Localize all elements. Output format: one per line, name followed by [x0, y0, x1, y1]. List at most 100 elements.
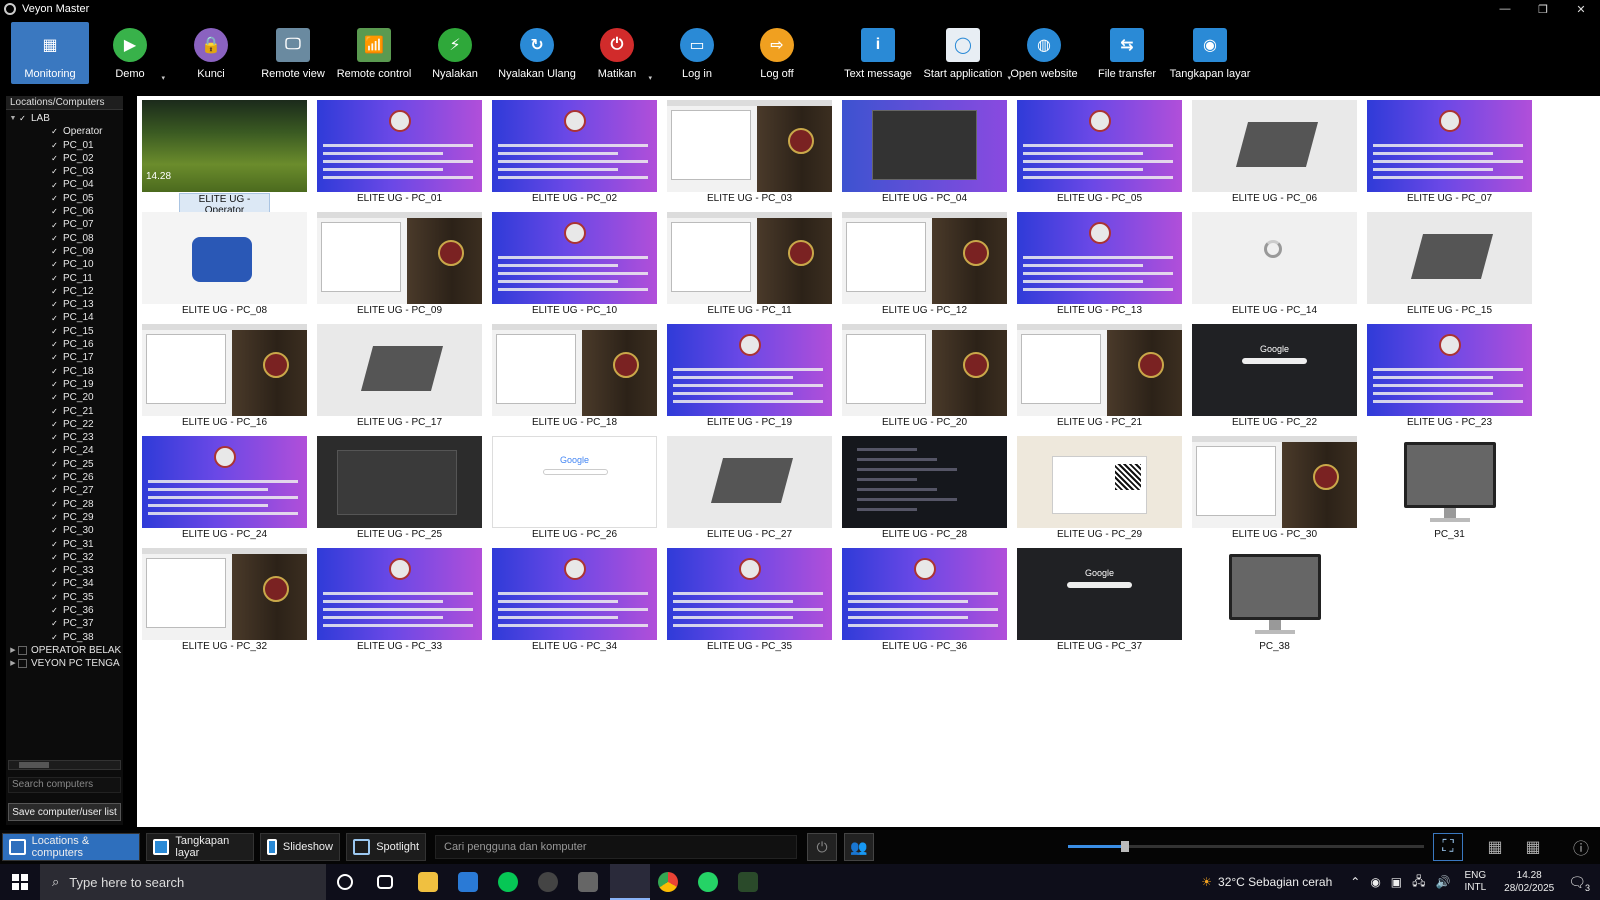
- tree-item-computer[interactable]: ✓ PC_03: [6, 165, 123, 178]
- tree-item-computer[interactable]: ✓ PC_26: [6, 471, 123, 484]
- computer-tile[interactable]: ELITE UG - PC_36: [842, 548, 1007, 658]
- custom-arrange-icon[interactable]: ▦: [1480, 833, 1510, 861]
- computer-tile[interactable]: ELITE UG - PC_06: [1192, 100, 1357, 210]
- tree-checkbox[interactable]: ✓: [50, 340, 59, 349]
- tree-item-computer[interactable]: ✓ PC_28: [6, 498, 123, 511]
- tree-checkbox[interactable]: ✓: [50, 287, 59, 296]
- minimize-button[interactable]: —: [1486, 0, 1524, 18]
- tree-checkbox[interactable]: ✓: [50, 260, 59, 269]
- computer-tile[interactable]: Google ELITE UG - PC_26: [492, 436, 657, 546]
- toolbar-kunci-button[interactable]: 🔒 Kunci: [184, 22, 238, 84]
- tree-checkbox[interactable]: ✓: [50, 553, 59, 562]
- tree-item-computer[interactable]: ✓ PC_22: [6, 418, 123, 431]
- tree-checkbox[interactable]: ✓: [50, 380, 59, 389]
- zoom-slider[interactable]: [1068, 841, 1424, 852]
- whatsapp-icon[interactable]: [698, 872, 718, 892]
- tree-item-computer[interactable]: ✓ PC_10: [6, 258, 123, 271]
- dropdown-arrow-icon[interactable]: ▾: [648, 74, 652, 82]
- tree-checkbox[interactable]: ✓: [50, 566, 59, 575]
- computer-tile[interactable]: PC_31: [1367, 436, 1532, 546]
- user-computer-search-input[interactable]: Cari pengguna dan komputer: [435, 835, 797, 859]
- users-icon[interactable]: 👥: [844, 833, 874, 861]
- tree-item-computer[interactable]: ✓ PC_38: [6, 631, 123, 644]
- task-view-icon[interactable]: [377, 875, 393, 889]
- tree-item-computer[interactable]: ✓ PC_36: [6, 604, 123, 617]
- notification-icon[interactable]: 🗨 3: [1568, 874, 1590, 893]
- tree-item-computer[interactable]: ✓ PC_25: [6, 458, 123, 471]
- close-button[interactable]: ✕: [1562, 0, 1600, 18]
- computer-tile[interactable]: ELITE UG - PC_25: [317, 436, 482, 546]
- restore-button[interactable]: ❐: [1524, 0, 1562, 18]
- app-icon-2[interactable]: [738, 872, 758, 892]
- tree-item-computer[interactable]: ✓ PC_19: [6, 378, 123, 391]
- tree-checkbox[interactable]: ✓: [50, 606, 59, 615]
- obs-icon[interactable]: [538, 872, 558, 892]
- tree-item-computer[interactable]: ✓ PC_15: [6, 325, 123, 338]
- tree-item-computer[interactable]: ✓ PC_12: [6, 285, 123, 298]
- tray-chevron-icon[interactable]: ⌃: [1350, 875, 1360, 889]
- tree-item-computer[interactable]: ✓ PC_32: [6, 551, 123, 564]
- tree-item-computer[interactable]: ✓ Operator: [6, 125, 123, 138]
- windows-start-icon[interactable]: [12, 874, 28, 890]
- computer-tile[interactable]: 14.28 ELITE UG - Operator: [142, 100, 307, 217]
- chrome-icon[interactable]: [658, 872, 678, 892]
- computer-tile[interactable]: ELITE UG - PC_20: [842, 324, 1007, 434]
- power-button-icon[interactable]: ⏻: [807, 833, 837, 861]
- computer-tree[interactable]: ▼ ✓ LAB ✓ Operator ✓ PC_01 ✓ PC_02 ✓ PC_03 ✓ PC_04 ✓ P…: [6, 112, 123, 752]
- tray-app-icon[interactable]: ◉: [1370, 875, 1380, 889]
- computer-tile[interactable]: ELITE UG - PC_23: [1367, 324, 1532, 434]
- computer-tile[interactable]: ELITE UG - PC_29: [1017, 436, 1182, 546]
- toolbar-log-in-button[interactable]: ▭ Log in: [670, 22, 724, 84]
- toolbar-demo-button[interactable]: ▶ Demo ▾: [103, 22, 165, 84]
- computer-tile[interactable]: PC_38: [1192, 548, 1357, 658]
- toolbar-tangkapan-layar-button[interactable]: ◉ Tangkapan layar: [1170, 22, 1250, 84]
- tree-checkbox[interactable]: ✓: [50, 181, 59, 190]
- computer-tile[interactable]: ELITE UG - PC_27: [667, 436, 832, 546]
- tree-item-computer[interactable]: ✓ PC_29: [6, 511, 123, 524]
- tree-item-computer[interactable]: ✓ PC_37: [6, 617, 123, 630]
- toolbar-text-message-button[interactable]: i Text message: [842, 22, 914, 84]
- computer-tile[interactable]: ELITE UG - PC_14: [1192, 212, 1357, 322]
- tree-checkbox[interactable]: ✓: [50, 221, 59, 230]
- computer-tile[interactable]: ELITE UG - PC_19: [667, 324, 832, 434]
- tree-checkbox[interactable]: ✓: [50, 619, 59, 628]
- tree-checkbox[interactable]: ✓: [50, 513, 59, 522]
- computer-tile[interactable]: ELITE UG - PC_13: [1017, 212, 1182, 322]
- tray-app-icon-2[interactable]: ▣: [1391, 875, 1402, 889]
- toolbar-remote-control-button[interactable]: 📶 Remote control: [337, 22, 411, 84]
- tree-item-computer[interactable]: ✓ PC_33: [6, 564, 123, 577]
- toolbar-start-application-button[interactable]: ◯ Start application ▾: [923, 22, 1011, 84]
- computer-tile[interactable]: Google ELITE UG - PC_22: [1192, 324, 1357, 434]
- toolbar-monitoring-button[interactable]: ▦ Monitoring: [11, 22, 89, 84]
- computer-tile[interactable]: ELITE UG - PC_15: [1367, 212, 1532, 322]
- tree-item-computer[interactable]: ✓ PC_04: [6, 178, 123, 191]
- tree-checkbox[interactable]: ✓: [50, 526, 59, 535]
- zoom-slider-handle[interactable]: [1120, 841, 1129, 852]
- clock[interactable]: 14.28 28/02/2025: [1504, 869, 1554, 895]
- tree-item-computer[interactable]: ✓ PC_23: [6, 431, 123, 444]
- info-icon[interactable]: ⓘ: [1566, 833, 1596, 861]
- expand-arrow-icon[interactable]: ▶: [8, 657, 18, 670]
- computer-tile[interactable]: ELITE UG - PC_01: [317, 100, 482, 210]
- tree-item-computer[interactable]: ✓ PC_16: [6, 338, 123, 351]
- weather-icon[interactable]: ☀: [1201, 875, 1212, 889]
- toolbar-matikan-button[interactable]: ⏻ Matikan ▾: [590, 22, 652, 84]
- file-explorer-icon[interactable]: [418, 872, 438, 892]
- tree-item-computer[interactable]: ✓ PC_18: [6, 365, 123, 378]
- tree-checkbox[interactable]: ✓: [50, 167, 59, 176]
- tree-item-computer[interactable]: ✓ PC_34: [6, 577, 123, 590]
- tree-checkbox[interactable]: [18, 646, 27, 656]
- computer-tile[interactable]: Google ELITE UG - PC_37: [1017, 548, 1182, 658]
- expand-arrow-icon[interactable]: ▶: [8, 644, 18, 657]
- tree-location-lab[interactable]: ▼ ✓ LAB: [6, 112, 123, 125]
- tree-checkbox[interactable]: ✓: [50, 141, 59, 150]
- tree-item-computer[interactable]: ✓ PC_20: [6, 391, 123, 404]
- computer-tile[interactable]: ELITE UG - PC_28: [842, 436, 1007, 546]
- tree-item-computer[interactable]: ✓ PC_24: [6, 444, 123, 457]
- computer-tile[interactable]: ELITE UG - PC_02: [492, 100, 657, 210]
- tree-location[interactable]: ▶ OPERATOR BELAK: [6, 644, 123, 657]
- tree-item-computer[interactable]: ✓ PC_08: [6, 232, 123, 245]
- tree-checkbox[interactable]: ✓: [50, 433, 59, 442]
- tree-checkbox[interactable]: ✓: [50, 314, 59, 323]
- tree-checkbox[interactable]: ✓: [50, 593, 59, 602]
